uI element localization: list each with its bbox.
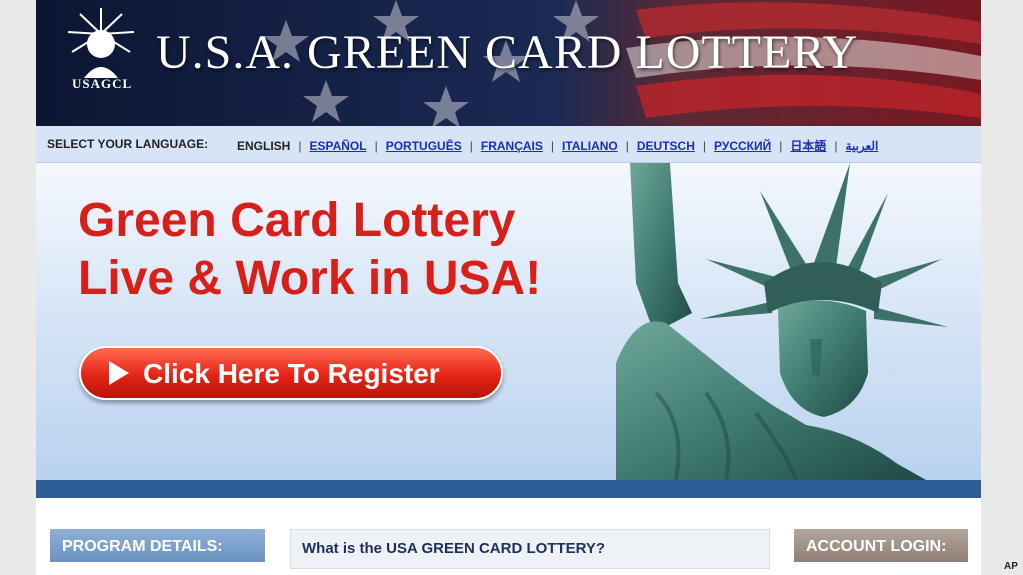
language-list: ENGLISH | ESPAÑOL | PORTUGUÊS | FRANÇAIS | ITALI… — [237, 139, 879, 153]
register-button[interactable]: Click Here To Register — [79, 346, 503, 400]
statue-of-liberty-image — [616, 163, 948, 480]
language-arabic-link[interactable]: العربية — [846, 139, 879, 153]
main-content-heading: What is the USA GREEN CARD LOTTERY? — [290, 529, 770, 569]
photo-credit: AP — [1004, 561, 1018, 572]
site-header: USAGCL U.S.A. GREEN CARD LOTTERY — [36, 0, 981, 126]
logo-text: USAGCL — [72, 76, 133, 91]
language-russian-link[interactable]: РУССКИЙ — [714, 139, 771, 153]
language-francais-link[interactable]: FRANÇAIS — [481, 139, 543, 153]
register-button-label: Click Here To Register — [143, 358, 440, 389]
hero-headline-line2: Live & Work in USA! — [78, 252, 542, 305]
hero-bottom-stripe — [36, 480, 981, 498]
language-japanese-link[interactable]: 日本語 — [790, 139, 826, 153]
language-label: SELECT YOUR LANGUAGE: — [47, 137, 209, 151]
language-italiano-link[interactable]: ITALIANO — [562, 139, 618, 153]
language-english: ENGLISH — [237, 139, 291, 153]
site-title: U.S.A. GREEN CARD LOTTERY — [156, 26, 859, 79]
page: USAGCL U.S.A. GREEN CARD LOTTERY SELECT … — [36, 0, 981, 575]
hero-headline-line1: Green Card Lottery — [78, 194, 516, 247]
program-details-header: PROGRAM DETAILS: — [50, 529, 265, 562]
language-espanol-link[interactable]: ESPAÑOL — [309, 139, 366, 153]
hero-banner: Green Card Lottery Live & Work in USA! C… — [36, 163, 981, 480]
language-portugues-link[interactable]: PORTUGUÊS — [386, 139, 462, 153]
play-arrow-icon — [109, 361, 129, 385]
language-bar: SELECT YOUR LANGUAGE: ENGLISH | ESPAÑOL | PO… — [36, 126, 981, 163]
language-deutsch-link[interactable]: DEUTSCH — [637, 139, 695, 153]
account-login-header: ACCOUNT LOGIN: — [794, 529, 968, 562]
